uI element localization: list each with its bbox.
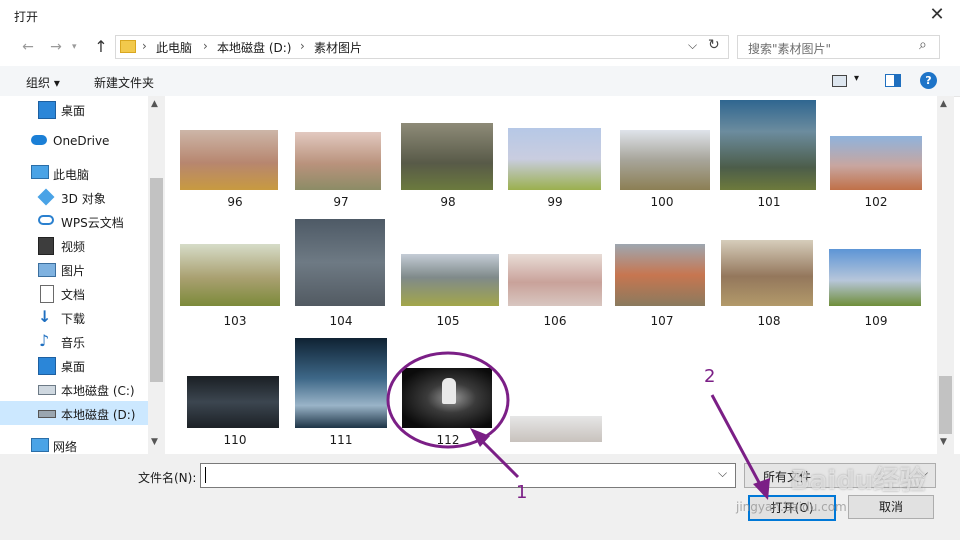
- annotation-marker-1: 1: [516, 482, 528, 503]
- watermark-url: jingyan.baidu.com: [736, 500, 847, 514]
- annotation-marker-2: 2: [704, 366, 716, 387]
- annotation-overlay: [386, 351, 770, 500]
- highlight-circle: [386, 351, 510, 449]
- watermark-logo: Baidu经验: [790, 466, 926, 496]
- arrow-2-line: [710, 394, 764, 489]
- arrow-2-head: [753, 478, 770, 500]
